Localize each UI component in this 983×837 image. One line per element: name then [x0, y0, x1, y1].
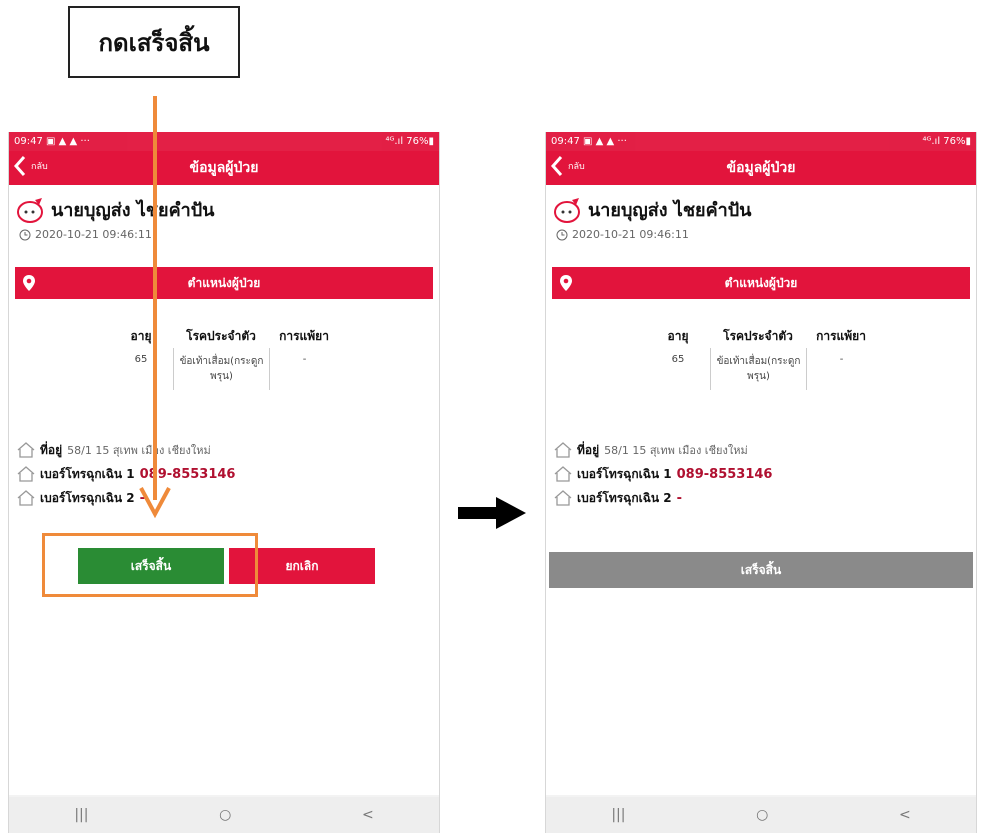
patient-info-table: อายุ โรคประจำตัว การแพ้ยา 65 ข้อเท้าเสื่… — [646, 325, 876, 390]
app-bar: กลับ ข้อมูลผู้ป่วย — [546, 151, 976, 185]
address-value: 58/1 15 สุเทพ เมือง เชียงใหม่ — [604, 444, 748, 457]
patient-name: นายบุญส่ง ไชยคำปัน — [588, 200, 752, 221]
location-label: ตำแหน่งผู้ป่วย — [187, 275, 261, 290]
home-icon — [17, 490, 35, 506]
record-datetime: 2020-10-21 09:46:11 — [9, 224, 439, 255]
back-button[interactable]: กลับ — [550, 155, 585, 177]
contact-section: ที่อยู่ 58/1 15 สุเทพ เมือง เชียงใหม่ เบ… — [546, 390, 976, 510]
home-icon — [17, 442, 35, 458]
header-disease: โรคประจำตัว — [723, 329, 793, 343]
emergency-phone-2-row: เบอร์โทรฉุกเฉิน 2 - — [17, 486, 431, 510]
patient-name: นายบุญส่ง ไชยคำปัน — [51, 200, 215, 221]
page-title: ข้อมูลผู้ป่วย — [726, 160, 796, 176]
patient-info-table: อายุ โรคประจำตัว การแพ้ยา 65 ข้อเท้าเสื่… — [109, 325, 339, 390]
record-datetime: 2020-10-21 09:46:11 — [546, 224, 976, 255]
emergency-phone-2-row: เบอร์โทรฉุกเฉิน 2 - — [554, 486, 968, 510]
address-value: 58/1 15 สุเทพ เมือง เชียงใหม่ — [67, 444, 211, 457]
page-title: ข้อมูลผู้ป่วย — [189, 160, 259, 176]
patient-header: นายบุญส่ง ไชยคำปัน — [9, 185, 439, 224]
emergency-phone-1-row: เบอร์โทรฉุกเฉิน 1 089-8553146 — [17, 462, 431, 486]
status-time: 09:47 ▣ ▲ ▲ ··· — [551, 136, 627, 147]
done-button-highlight — [42, 533, 258, 597]
header-age: อายุ — [130, 329, 152, 343]
home-button[interactable]: ○ — [756, 807, 768, 823]
status-bar: 09:47 ▣ ▲ ▲ ··· ⁴ᴳ.ıl 76%▮ — [9, 132, 439, 151]
status-bar: 09:47 ▣ ▲ ▲ ··· ⁴ᴳ.ıl 76%▮ — [546, 132, 976, 151]
value-age: 65 — [134, 354, 148, 365]
status-battery: ⁴ᴳ.ıl 76%▮ — [922, 136, 971, 147]
value-disease: ข้อเท้าเสื่อม(กระดูกพรุน) — [710, 348, 806, 390]
emergency-phone-1-row: เบอร์โทรฉุกเฉิน 1 089-8553146 — [554, 462, 968, 486]
status-battery: ⁴ᴳ.ıl 76%▮ — [385, 136, 434, 147]
map-pin-icon — [23, 275, 35, 291]
contact-section: ที่อยู่ 58/1 15 สุเทพ เมือง เชียงใหม่ เบ… — [9, 390, 439, 510]
content-area: นายบุญส่ง ไชยคำปัน 2020-10-21 09:46:11 ต… — [546, 185, 976, 795]
patient-header: นายบุญส่ง ไชยคำปัน — [546, 185, 976, 224]
datetime-text: 2020-10-21 09:46:11 — [572, 228, 689, 241]
emergency-phone-2-label: เบอร์โทรฉุกเฉิน 2 — [40, 490, 135, 505]
address-row: ที่อยู่ 58/1 15 สุเทพ เมือง เชียงใหม่ — [554, 438, 968, 462]
emergency-phone-2-value[interactable]: - — [677, 491, 682, 506]
location-label: ตำแหน่งผู้ป่วย — [724, 275, 798, 290]
value-age: 65 — [671, 354, 685, 365]
datetime-text: 2020-10-21 09:46:11 — [35, 228, 152, 241]
emergency-phone-1-value[interactable]: 089-8553146 — [677, 467, 773, 482]
back-label: กลับ — [31, 162, 48, 172]
back-button[interactable]: กลับ — [13, 155, 48, 177]
address-label: ที่อยู่ — [40, 442, 63, 457]
chevron-left-icon — [550, 156, 563, 176]
header-allergy: การแพ้ยา — [279, 329, 329, 343]
header-allergy: การแพ้ยา — [816, 329, 866, 343]
status-time: 09:47 ▣ ▲ ▲ ··· — [14, 136, 90, 147]
recent-apps-button[interactable]: ||| — [611, 807, 625, 823]
app-bar: กลับ ข้อมูลผู้ป่วย — [9, 151, 439, 185]
clock-icon — [19, 229, 31, 240]
emergency-phone-2-value[interactable]: - — [140, 491, 145, 506]
patient-location-button[interactable]: ตำแหน่งผู้ป่วย — [15, 267, 433, 299]
instruction-callout: กดเสร็จสิ้น — [68, 6, 240, 78]
address-label: ที่อยู่ — [577, 442, 600, 457]
action-buttons: เสร็จสิ้น — [546, 546, 976, 588]
avatar-icon — [17, 197, 43, 223]
emergency-phone-1-label: เบอร์โทรฉุกเฉิน 1 — [40, 466, 135, 481]
clock-icon — [556, 229, 568, 240]
value-allergy: - — [806, 348, 876, 390]
content-area: นายบุญส่ง ไชยคำปัน 2020-10-21 09:46:11 ต… — [9, 185, 439, 795]
header-age: อายุ — [667, 329, 689, 343]
phone-screen-before: 09:47 ▣ ▲ ▲ ··· ⁴ᴳ.ıl 76%▮ กลับ ข้อมูลผู… — [8, 132, 440, 833]
home-icon — [554, 490, 572, 506]
emergency-phone-2-label: เบอร์โทรฉุกเฉิน 2 — [577, 490, 672, 505]
back-label: กลับ — [568, 162, 585, 172]
system-nav-bar: ||| ○ < — [9, 797, 439, 833]
header-disease: โรคประจำตัว — [186, 329, 256, 343]
home-icon — [554, 442, 572, 458]
home-button[interactable]: ○ — [219, 807, 231, 823]
nav-back-button[interactable]: < — [362, 807, 374, 823]
home-icon — [17, 466, 35, 482]
chevron-left-icon — [13, 156, 26, 176]
emergency-phone-1-label: เบอร์โทรฉุกเฉิน 1 — [577, 466, 672, 481]
nav-back-button[interactable]: < — [899, 807, 911, 823]
done-button-disabled[interactable]: เสร็จสิ้น — [549, 552, 973, 588]
emergency-phone-1-value[interactable]: 089-8553146 — [140, 467, 236, 482]
value-allergy: - — [269, 348, 339, 390]
home-icon — [554, 466, 572, 482]
value-disease: ข้อเท้าเสื่อม(กระดูกพรุน) — [173, 348, 269, 390]
system-nav-bar: ||| ○ < — [546, 797, 976, 833]
phone-screen-after: 09:47 ▣ ▲ ▲ ··· ⁴ᴳ.ıl 76%▮ กลับ ข้อมูลผู… — [545, 132, 977, 833]
avatar-icon — [554, 197, 580, 223]
recent-apps-button[interactable]: ||| — [74, 807, 88, 823]
patient-location-button[interactable]: ตำแหน่งผู้ป่วย — [552, 267, 970, 299]
address-row: ที่อยู่ 58/1 15 สุเทพ เมือง เชียงใหม่ — [17, 438, 431, 462]
map-pin-icon — [560, 275, 572, 291]
